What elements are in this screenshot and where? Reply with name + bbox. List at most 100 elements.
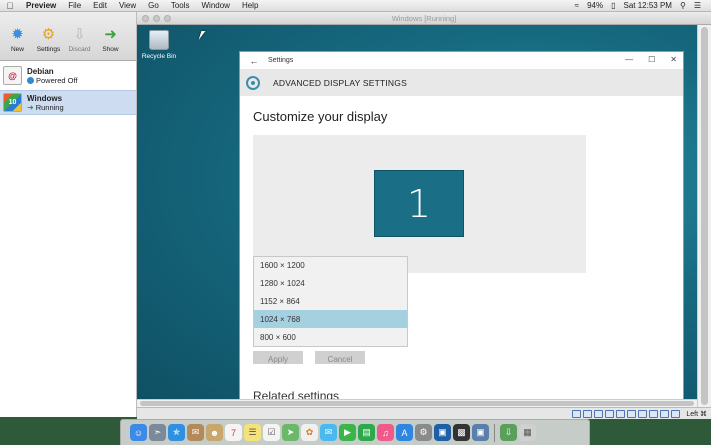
safari-icon[interactable]: ✯ <box>168 424 185 441</box>
guest-desktop[interactable]: Recycle Bin ← Settings — ☐ ✕ ADVANCED DI… <box>137 25 697 407</box>
settings-gear-icon: ⚙ <box>41 25 56 43</box>
finder-icon[interactable]: ☺ <box>130 424 147 441</box>
dock: ☺ ➣ ✯ ✉ ☻ 7 ☰ ☑ ➤ ✿ ✉ ▶ ▤ ♫ A ⚙ ▣ ▩ ▣ ⇩ … <box>120 419 590 445</box>
preview-icon[interactable]: ▣ <box>472 424 489 441</box>
discard-button[interactable]: ⇩ Discard <box>64 12 95 60</box>
clock[interactable]: Sat 12:53 PM <box>619 1 675 10</box>
network-icon[interactable] <box>605 409 615 418</box>
vm-info: Debian Powered Off <box>27 67 78 85</box>
vm-state-label: Running <box>35 102 64 112</box>
mail-icon[interactable]: ✉ <box>187 424 204 441</box>
usb-icon[interactable] <box>616 409 626 418</box>
resolution-option-selected[interactable]: 1024 × 768 <box>254 310 407 329</box>
battery-percent[interactable]: 94% <box>583 1 607 10</box>
contacts-icon[interactable]: ☻ <box>206 424 223 441</box>
cpu-icon[interactable] <box>660 409 670 418</box>
audio-icon[interactable] <box>594 409 604 418</box>
scroll-thumb[interactable] <box>140 401 694 406</box>
hard-disk-icon[interactable] <box>572 409 582 418</box>
back-arrow-icon[interactable]: ← <box>240 56 268 66</box>
menu-go[interactable]: Go <box>142 1 165 10</box>
downloads-icon[interactable]: ⇩ <box>500 424 517 441</box>
vm-state-label: Powered Off <box>36 75 78 85</box>
screen-icon[interactable]: ▩ <box>453 424 470 441</box>
vm-state: ➜ Running <box>27 103 64 112</box>
maximize-icon[interactable]: ☐ <box>648 55 655 64</box>
spotlight-icon[interactable]: ⚲ <box>676 1 690 10</box>
wifi-icon[interactable]: ≈ <box>571 1 583 10</box>
new-label: New <box>10 46 24 53</box>
photos-icon[interactable]: ✿ <box>301 424 318 441</box>
horizontal-scrollbar[interactable] <box>137 399 697 407</box>
windows-10-icon: 10 <box>3 93 22 112</box>
running-arrow-icon: ➜ <box>27 102 34 112</box>
menu-window[interactable]: Window <box>196 1 236 10</box>
powered-off-icon <box>27 76 34 84</box>
display-icon[interactable] <box>638 409 648 418</box>
vm-window-title: Windows [Running] <box>391 13 457 23</box>
apply-button[interactable]: Apply <box>253 351 303 364</box>
notes-icon[interactable]: ☰ <box>244 424 261 441</box>
mouse-integration-icon[interactable] <box>671 409 681 418</box>
settings-titlebar[interactable]: ← Settings — ☐ ✕ <box>240 52 683 69</box>
system-preferences-icon[interactable]: ⚙ <box>415 424 432 441</box>
menu-edit[interactable]: Edit <box>87 1 113 10</box>
menu-tools[interactable]: Tools <box>165 1 196 10</box>
scroll-thumb[interactable] <box>701 27 708 405</box>
resolution-option[interactable]: 800 × 600 <box>254 328 407 346</box>
launchpad-icon[interactable]: ➣ <box>149 424 166 441</box>
optical-drive-icon[interactable] <box>583 409 593 418</box>
app-store-icon[interactable]: A <box>396 424 413 441</box>
vm-name: Debian <box>27 66 54 76</box>
battery-icon[interactable]: ▯ <box>607 1 619 10</box>
settings-button[interactable]: ⚙ Settings <box>33 12 64 60</box>
numbers-icon[interactable]: ▤ <box>358 424 375 441</box>
discard-label: Discard <box>68 46 91 53</box>
settings-label: Settings <box>36 46 61 53</box>
page-title: Customize your display <box>253 109 388 124</box>
video-capture-icon[interactable] <box>649 409 659 418</box>
menu-extras: ≈ 94% ▯ Sat 12:53 PM ⚲ ☰ <box>571 1 711 10</box>
menu-preview[interactable]: Preview <box>20 1 62 10</box>
dock-separator <box>494 423 495 442</box>
resolution-option[interactable]: 1280 × 1024 <box>254 275 407 293</box>
recycle-bin-shortcut[interactable]: Recycle Bin <box>140 30 178 60</box>
trash-icon[interactable]: ▦ <box>519 424 536 441</box>
notification-center-icon[interactable]: ☰ <box>690 1 705 10</box>
vertical-scrollbar[interactable] <box>697 25 711 407</box>
resolution-dropdown-list[interactable]: 1600 × 1200 1280 × 1024 1152 × 864 1024 … <box>253 256 408 347</box>
gear-icon <box>246 75 260 90</box>
new-button[interactable]: ✹ New <box>2 12 33 60</box>
new-icon: ✹ <box>11 25 24 43</box>
vm-item-windows[interactable]: 10 Windows ➜ Running <box>0 90 136 115</box>
show-label: Show <box>102 46 119 53</box>
shared-folders-icon[interactable] <box>627 409 637 418</box>
settings-buttons: Apply Cancel <box>253 351 365 364</box>
vm-item-debian[interactable]: @ Debian Powered Off <box>0 63 136 88</box>
debian-icon: @ <box>3 66 22 85</box>
close-icon[interactable]: ✕ <box>670 55 677 64</box>
apple-icon[interactable]:  <box>0 1 20 11</box>
resolution-option[interactable]: 1152 × 864 <box>254 293 407 311</box>
virtualbox-icon[interactable]: ▣ <box>434 424 451 441</box>
monitor-1-tile[interactable]: 1 <box>374 170 464 237</box>
reminders-icon[interactable]: ☑ <box>263 424 280 441</box>
cancel-button[interactable]: Cancel <box>315 351 365 364</box>
show-arrow-icon: ➜ <box>104 25 117 43</box>
maps-icon[interactable]: ➤ <box>282 424 299 441</box>
menu-file[interactable]: File <box>62 1 87 10</box>
menu-help[interactable]: Help <box>236 1 264 10</box>
facetime-icon[interactable]: ▶ <box>339 424 356 441</box>
minimize-icon[interactable]: — <box>625 55 633 64</box>
vm-titlebar[interactable]: Windows [Running] <box>137 12 711 25</box>
recycle-bin-label: Recycle Bin <box>141 53 177 60</box>
discard-arrow-icon: ⇩ <box>73 25 86 43</box>
calendar-icon[interactable]: 7 <box>225 424 242 441</box>
music-icon[interactable]: ♫ <box>377 424 394 441</box>
show-button[interactable]: ➜ Show <box>95 12 126 60</box>
vm-name: Windows <box>27 93 63 103</box>
menu-view[interactable]: View <box>113 1 142 10</box>
messages-icon[interactable]: ✉ <box>320 424 337 441</box>
recycle-bin-icon <box>149 30 169 50</box>
resolution-option[interactable]: 1600 × 1200 <box>254 257 407 275</box>
